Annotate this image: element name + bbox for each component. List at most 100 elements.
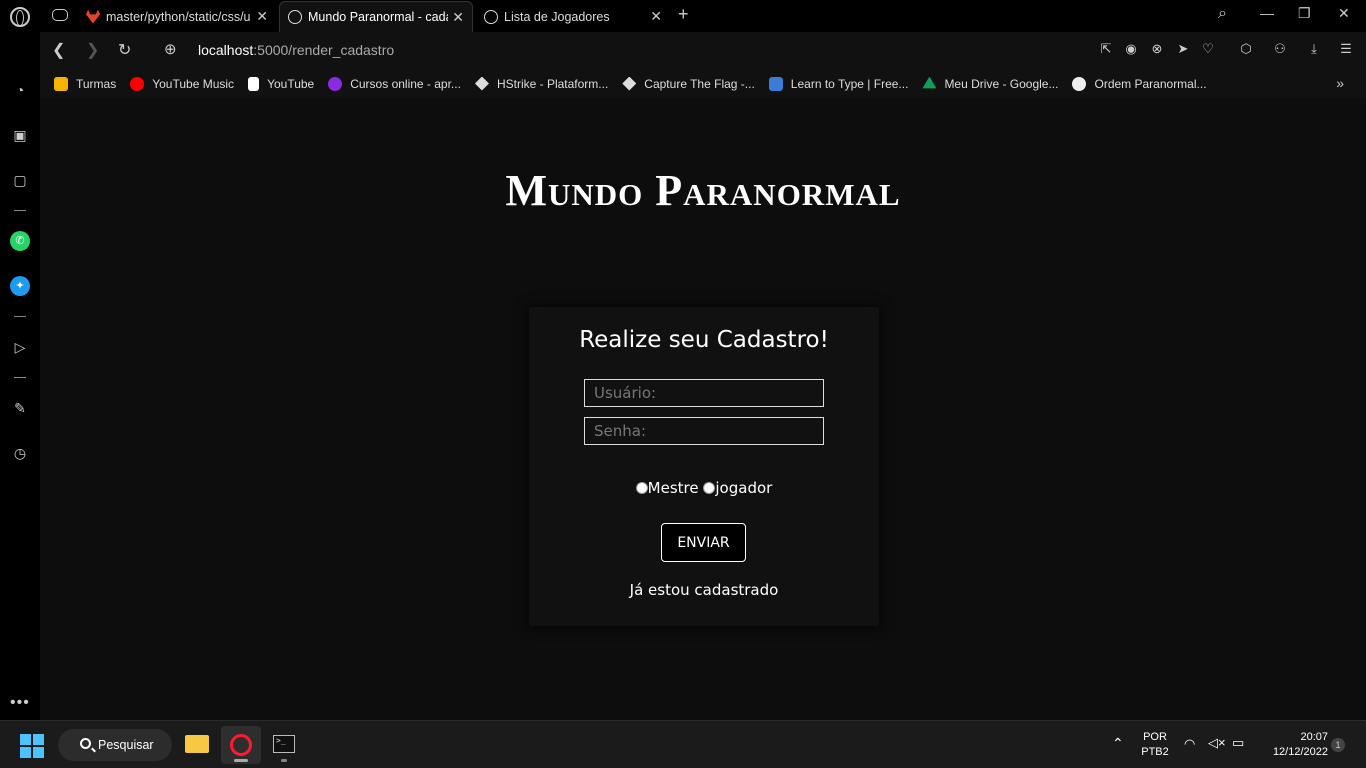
close-icon[interactable]: ✕	[452, 9, 464, 26]
bookmark-label: Ordem Paranormal...	[1094, 76, 1207, 91]
page-content: Mundo Paranormal Realize seu Cadastro! M…	[40, 99, 1366, 720]
new-tab-icon[interactable]: +	[678, 4, 689, 25]
twitch-icon[interactable]: ▢	[10, 170, 30, 190]
briefcase-icon[interactable]: ▣	[10, 125, 30, 145]
submit-button[interactable]: ENVIAR	[661, 523, 746, 562]
volume-muted-icon[interactable]: ◁×	[1208, 735, 1226, 751]
bookmark-learn-type[interactable]: Learn to Type | Free...	[768, 76, 909, 91]
bookmark-turmas[interactable]: Turmas	[54, 76, 117, 91]
camera-icon[interactable]: ◉	[1123, 41, 1139, 57]
separator	[14, 210, 26, 211]
opera-app[interactable]	[221, 726, 261, 764]
share-icon[interactable]: ⇱	[1098, 41, 1114, 57]
battery-icon[interactable]: ▭	[1232, 735, 1244, 751]
address-bar: ❮ ❯ ↻ ⊕ localhost:5000/render_cadastro ⇱…	[40, 32, 1366, 68]
send-icon[interactable]: ➤	[1175, 41, 1191, 57]
bookmark-youtube-music[interactable]: YouTube Music	[130, 76, 235, 91]
more-icon[interactable]: •••	[10, 694, 30, 712]
bookmark-label: Cursos online - apr...	[350, 76, 461, 91]
bookmark-label: Capture The Flag -...	[644, 76, 755, 91]
wifi-icon[interactable]: ◠	[1184, 736, 1195, 752]
file-explorer-app[interactable]	[177, 726, 217, 764]
bookmark-youtube[interactable]: YouTube	[248, 76, 314, 91]
udemy-icon	[328, 76, 343, 91]
active-indicator	[234, 759, 248, 762]
role-mestre-label[interactable]: Mestre	[648, 479, 699, 497]
globe-icon	[484, 9, 498, 24]
tab-title: Lista de Jogadores	[504, 9, 610, 24]
pinboard-icon[interactable]: ✎	[10, 398, 30, 418]
taskbar-search[interactable]: Pesquisar	[58, 729, 172, 761]
adblock-icon[interactable]: ⊗	[1149, 41, 1165, 57]
search-label: Pesquisar	[98, 738, 154, 752]
page-icon	[248, 76, 260, 91]
language-indicator[interactable]: POR PTB2	[1138, 730, 1172, 760]
bookmark-drive[interactable]: Meu Drive - Google...	[922, 76, 1058, 91]
opera-icon	[230, 734, 252, 756]
bookmark-ctf[interactable]: Capture The Flag -...	[622, 76, 755, 91]
bookmark-label: YouTube Music	[152, 76, 235, 91]
role-radio-group: Mestre jogador	[529, 479, 879, 497]
tab-title: master/python/static/css/u	[106, 9, 251, 24]
notification-badge[interactable]: 1	[1331, 738, 1345, 752]
easy-setup-icon[interactable]: ☰	[1338, 41, 1354, 57]
tab-title: Mundo Paranormal - cadas	[308, 10, 448, 24]
url-path: :5000/render_cadastro	[253, 42, 395, 58]
search-tabs-icon[interactable]: ⌕	[1218, 5, 1227, 23]
keyboard-layout-label: PTB2	[1141, 746, 1169, 758]
taskbar: Pesquisar >_ ⌃ POR PTB2 ◠ ◁× ▭ 20:07 12/…	[0, 720, 1366, 768]
globe-icon	[288, 10, 302, 24]
restore-icon[interactable]: ❐	[1298, 5, 1311, 22]
minimize-icon[interactable]: —	[1260, 5, 1274, 21]
ctf-icon	[622, 76, 637, 91]
history-icon[interactable]: ◷	[10, 443, 30, 463]
opera-menu-icon[interactable]	[10, 7, 30, 27]
bookmark-label: Learn to Type | Free...	[790, 76, 909, 91]
windows-start-icon[interactable]	[20, 734, 44, 758]
site-title: Mundo Paranormal	[505, 166, 901, 215]
separator	[14, 377, 26, 378]
speed-dial-icon[interactable]: ◔	[10, 80, 30, 100]
clock[interactable]: 20:07 12/12/2022	[1260, 730, 1328, 760]
date: 12/12/2022	[1272, 746, 1328, 758]
classroom-icon	[54, 76, 68, 91]
twitter-icon[interactable]: ✦	[10, 276, 30, 296]
bookmark-cursos[interactable]: Cursos online - apr...	[328, 76, 461, 91]
profile-icon[interactable]: ⚇	[1272, 41, 1288, 57]
reload-icon[interactable]: ↻	[118, 40, 131, 60]
ordem-icon	[1072, 76, 1087, 91]
more-bookmarks-icon[interactable]: »	[1336, 75, 1344, 91]
heart-icon[interactable]: ♡	[1200, 41, 1216, 57]
download-icon[interactable]: ⤓	[1306, 41, 1322, 57]
already-registered-link[interactable]: Já estou cadastrado	[529, 581, 879, 599]
tab-mundo-paranormal[interactable]: Mundo Paranormal - cadas ✕	[279, 1, 473, 32]
back-icon[interactable]: ❮	[52, 40, 65, 60]
forward-icon[interactable]: ❯	[86, 40, 99, 60]
tab-bar: master/python/static/css/u ✕ Mundo Paran…	[0, 0, 1366, 32]
role-jogador-label[interactable]: jogador	[715, 479, 772, 497]
role-jogador-radio[interactable]	[703, 482, 716, 494]
typing-icon	[768, 76, 783, 91]
player-icon[interactable]: ▷	[10, 337, 30, 357]
url-host: localhost	[198, 42, 254, 58]
bookmark-ordem[interactable]: Ordem Paranormal...	[1072, 76, 1207, 91]
close-icon[interactable]: ✕	[650, 8, 662, 25]
bookmark-hstrike[interactable]: HStrike - Plataform...	[474, 76, 608, 91]
close-window-icon[interactable]: ✕	[1338, 5, 1350, 22]
whatsapp-icon[interactable]: ✆	[10, 231, 30, 251]
running-indicator	[281, 759, 287, 762]
chevron-up-icon[interactable]: ⌃	[1112, 735, 1124, 752]
username-input[interactable]	[584, 379, 824, 407]
url-field[interactable]: localhost:5000/render_cadastro	[198, 42, 394, 58]
tab-gitlab[interactable]: master/python/static/css/u ✕	[78, 1, 276, 32]
tab-lista-jogadores[interactable]: Lista de Jogadores ✕	[476, 1, 670, 32]
signup-card: Realize seu Cadastro! Mestre jogador ENV…	[529, 307, 879, 626]
role-mestre-radio[interactable]	[635, 482, 648, 494]
terminal-app[interactable]: >_	[264, 726, 304, 764]
youtube-music-icon	[130, 76, 145, 91]
cube-icon[interactable]: ⬡	[1238, 41, 1254, 57]
close-icon[interactable]: ✕	[256, 8, 268, 25]
password-input[interactable]	[584, 417, 824, 445]
gamepad-icon[interactable]	[52, 9, 68, 21]
bookmark-label: Turmas	[76, 76, 117, 91]
